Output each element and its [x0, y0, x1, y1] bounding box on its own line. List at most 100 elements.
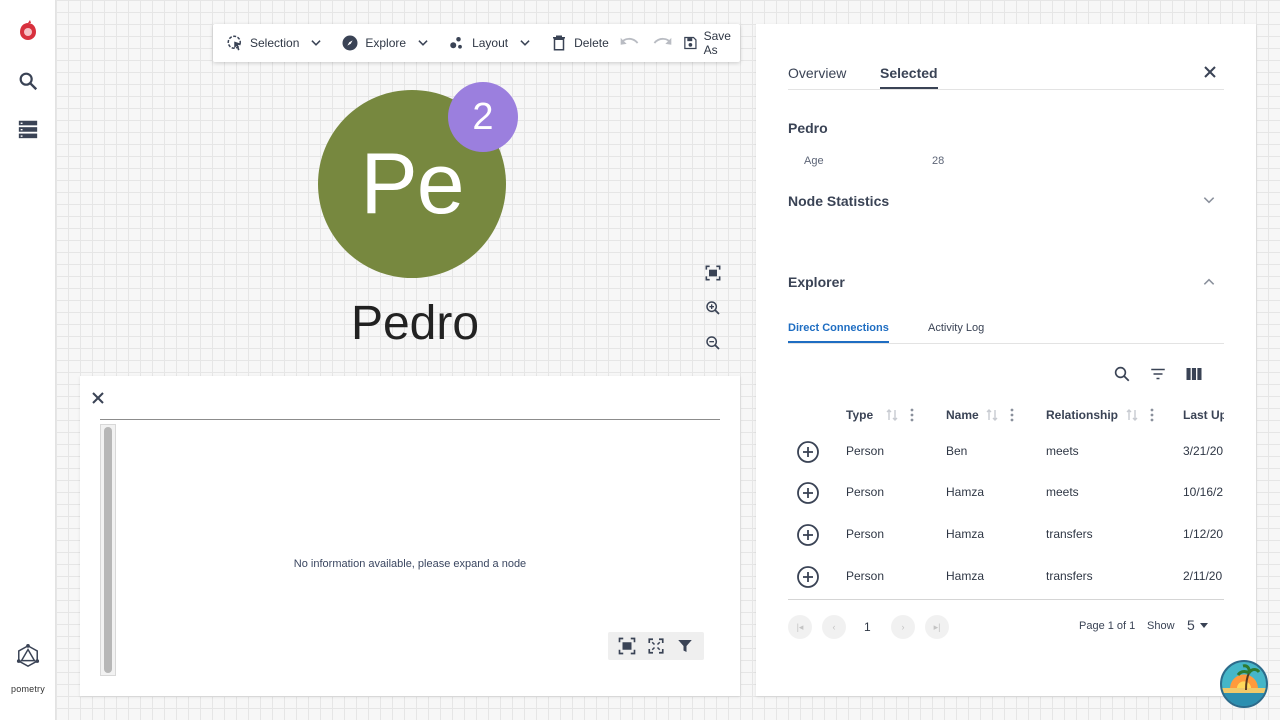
- explorer-tabs: Direct Connections Activity Log: [788, 320, 1224, 344]
- tab-overview[interactable]: Overview: [788, 65, 846, 87]
- close-icon[interactable]: [1200, 62, 1220, 82]
- chevron-down-icon[interactable]: [1200, 191, 1218, 209]
- cell-name: Ben: [946, 444, 968, 458]
- cell-last-updated: 2/11/20: [1183, 569, 1223, 583]
- cell-relationship: transfers: [1046, 569, 1093, 583]
- cell-last-updated: 10/16/2: [1183, 485, 1224, 499]
- tab-direct-connections[interactable]: Direct Connections: [788, 322, 889, 343]
- details-panel: Overview Selected Pedro Age 28 Node Stat…: [756, 24, 1256, 696]
- zoom-out-icon[interactable]: [702, 332, 724, 354]
- chevron-down-icon[interactable]: [309, 36, 323, 50]
- fit-view-icon[interactable]: [615, 634, 639, 658]
- node-initials: Pe: [360, 135, 464, 232]
- column-menu-icon[interactable]: [910, 408, 914, 422]
- grid-toolbar: [1112, 364, 1204, 384]
- graph-icon[interactable]: [16, 644, 40, 668]
- user-avatar[interactable]: [1220, 660, 1268, 708]
- chevron-down-icon[interactable]: [416, 36, 430, 50]
- cell-relationship: meets: [1046, 485, 1079, 499]
- cell-type: Person: [846, 569, 885, 583]
- table-row[interactable]: Person Hamza meets 10/16/2: [788, 473, 1224, 515]
- save-as-button[interactable]: Save As: [680, 28, 739, 58]
- page-info: Page 1 of 1: [1079, 620, 1136, 632]
- undo-button[interactable]: [616, 28, 644, 58]
- cell-type: Person: [846, 527, 885, 541]
- logo-icon[interactable]: [16, 19, 40, 43]
- column-header-relationship[interactable]: Relationship: [1046, 408, 1118, 422]
- selection-icon: [227, 35, 241, 51]
- cell-relationship: transfers: [1046, 527, 1093, 541]
- column-menu-icon[interactable]: [1010, 408, 1014, 422]
- panel-toolbar: [608, 632, 704, 660]
- column-header-type[interactable]: Type: [846, 408, 873, 422]
- redo-icon: [653, 37, 672, 45]
- delete-button[interactable]: Delete: [547, 28, 612, 58]
- scrollbar[interactable]: [100, 424, 116, 676]
- node-count-badge: 2: [448, 82, 518, 152]
- save-icon: [684, 36, 697, 50]
- sort-icon[interactable]: [1126, 408, 1138, 422]
- storage-icon[interactable]: [16, 117, 40, 141]
- add-circle-icon[interactable]: [796, 440, 820, 464]
- chevron-up-icon[interactable]: [1200, 273, 1218, 291]
- table-row[interactable]: Person Hamza transfers 1/12/20: [788, 515, 1224, 557]
- search-icon[interactable]: [16, 69, 40, 93]
- pagination: |◂ ‹ 1 › ▸| Page 1 of 1 Show 5: [788, 614, 1224, 640]
- property-value: 28: [932, 155, 945, 167]
- graph-toolbar: Selection Explore Layout Delete Save As: [213, 24, 740, 62]
- tab-activity-log[interactable]: Activity Log: [928, 322, 984, 341]
- scrollbar-thumb[interactable]: [104, 427, 112, 673]
- sort-icon[interactable]: [986, 408, 998, 422]
- show-label: Show: [1147, 620, 1175, 632]
- previous-page-icon[interactable]: ‹: [822, 615, 846, 639]
- cell-relationship: meets: [1046, 444, 1079, 458]
- column-menu-icon[interactable]: [1150, 408, 1154, 422]
- cell-name: Hamza: [946, 569, 985, 583]
- last-page-icon[interactable]: ▸|: [925, 615, 949, 639]
- layout-label: Layout: [472, 36, 509, 50]
- cell-type: Person: [846, 485, 885, 499]
- columns-icon[interactable]: [1184, 364, 1204, 384]
- current-page: 1: [864, 620, 871, 634]
- selection-button[interactable]: Selection: [223, 28, 334, 58]
- zoom-in-icon[interactable]: [702, 297, 724, 319]
- selected-node-name: Pedro: [788, 120, 828, 136]
- table-row[interactable]: Person Hamza transfers 2/11/20: [788, 557, 1224, 599]
- fit-view-icon[interactable]: [702, 262, 724, 284]
- close-icon[interactable]: [88, 388, 108, 408]
- column-header-last-updated[interactable]: Last Up: [1183, 408, 1224, 422]
- trash-icon: [553, 35, 566, 51]
- page-size-value: 5: [1187, 617, 1195, 633]
- filter-icon[interactable]: [1148, 364, 1168, 384]
- explore-label: Explore: [365, 36, 407, 50]
- add-circle-icon[interactable]: [796, 481, 820, 505]
- add-circle-icon[interactable]: [796, 565, 820, 589]
- explore-button[interactable]: Explore: [338, 28, 441, 58]
- first-page-icon[interactable]: |◂: [788, 615, 812, 639]
- badge-count: 2: [472, 95, 494, 138]
- left-rail: pometry: [0, 0, 56, 720]
- node-statistics-header[interactable]: Node Statistics: [788, 193, 889, 209]
- sort-icon[interactable]: [886, 408, 898, 422]
- save-as-label: Save As: [703, 29, 731, 57]
- table-row[interactable]: Person Ben meets 3/21/20: [788, 432, 1224, 474]
- layout-button[interactable]: Layout: [445, 28, 543, 58]
- caret-down-icon: [1199, 623, 1208, 628]
- filter-icon[interactable]: [673, 634, 697, 658]
- tab-selected[interactable]: Selected: [880, 65, 938, 89]
- fullscreen-icon[interactable]: [644, 634, 668, 658]
- redo-button[interactable]: [648, 28, 676, 58]
- chevron-down-icon[interactable]: [518, 36, 532, 50]
- search-icon[interactable]: [1112, 364, 1132, 384]
- compass-icon: [342, 35, 358, 51]
- cell-last-updated: 1/12/20: [1183, 527, 1224, 541]
- explorer-header[interactable]: Explorer: [788, 274, 845, 290]
- page-size-select[interactable]: 5: [1187, 617, 1209, 633]
- property-key: Age: [804, 155, 824, 167]
- column-header-name[interactable]: Name: [946, 408, 979, 422]
- empty-message: No information available, please expand …: [293, 558, 527, 570]
- add-circle-icon[interactable]: [796, 523, 820, 547]
- cell-last-updated: 3/21/20: [1183, 444, 1224, 458]
- zoom-controls: [702, 262, 724, 367]
- next-page-icon[interactable]: ›: [891, 615, 915, 639]
